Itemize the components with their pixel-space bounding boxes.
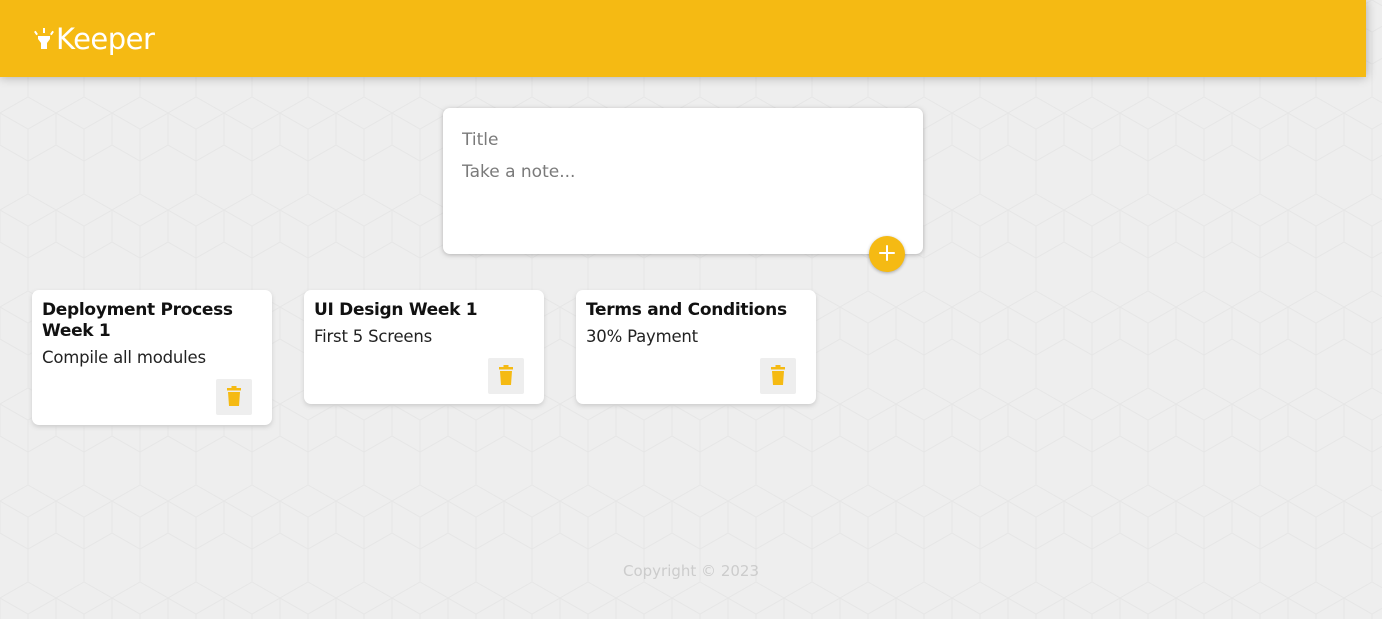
note-content: First 5 Screens [314,327,433,346]
trash-icon [226,385,242,409]
note-title: Deployment Process Week 1 [42,300,233,341]
page-footer: Copyright © 2023 [0,562,1382,580]
note-title: UI Design Week 1 [314,300,478,320]
delete-note-button[interactable] [760,358,796,394]
trash-icon [770,364,786,388]
app-logo: Keeper [34,22,155,56]
note-title: Terms and Conditions [586,300,787,320]
note-content: Compile all modules [42,348,206,367]
note-content-input[interactable] [462,160,902,230]
app-title: Keeper [56,22,155,56]
note-card: Terms and Conditions 30% Payment [576,290,816,404]
note-content: 30% Payment [586,327,698,346]
delete-note-button[interactable] [216,379,252,415]
app-header: Keeper [0,0,1366,77]
highlight-icon [34,26,54,52]
delete-note-button[interactable] [488,358,524,394]
plus-icon [878,244,896,265]
note-title-input[interactable] [462,128,902,152]
trash-icon [498,364,514,388]
create-note-form [443,108,923,272]
copyright-text: Copyright © 2023 [622,562,759,580]
note-card: Deployment Process Week 1 Compile all mo… [32,290,272,425]
note-card: UI Design Week 1 First 5 Screens [304,290,544,404]
add-note-button[interactable] [869,236,905,272]
